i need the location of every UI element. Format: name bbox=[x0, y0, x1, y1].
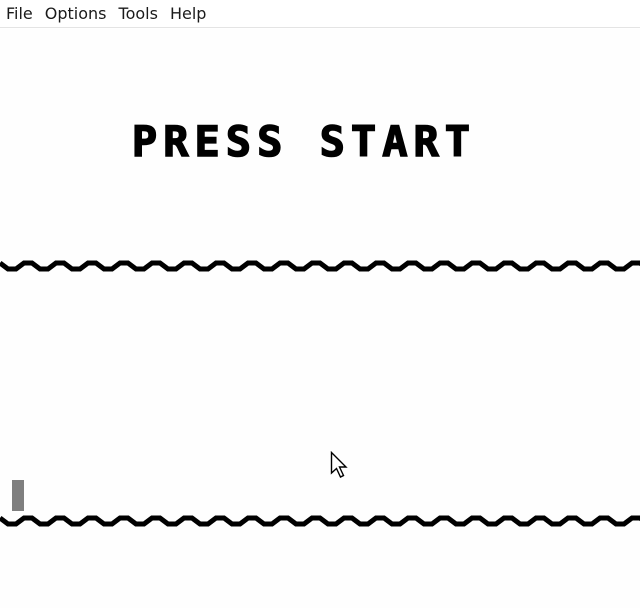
top-wall-zigzag bbox=[0, 260, 640, 272]
press-start-title: PRESS START bbox=[131, 117, 477, 166]
top-wall-border bbox=[0, 260, 640, 272]
bottom-wall-zigzag bbox=[0, 515, 640, 527]
game-screen[interactable]: PRESS START bbox=[0, 29, 640, 608]
menu-bar: File Options Tools Help bbox=[0, 0, 640, 28]
arrow-cursor-icon bbox=[330, 451, 348, 478]
menu-tools[interactable]: Tools bbox=[113, 0, 164, 27]
player-paddle bbox=[12, 480, 24, 511]
menu-help[interactable]: Help bbox=[164, 0, 212, 27]
menu-options[interactable]: Options bbox=[39, 0, 113, 27]
menu-file[interactable]: File bbox=[0, 0, 39, 27]
bottom-wall-border bbox=[0, 515, 640, 527]
